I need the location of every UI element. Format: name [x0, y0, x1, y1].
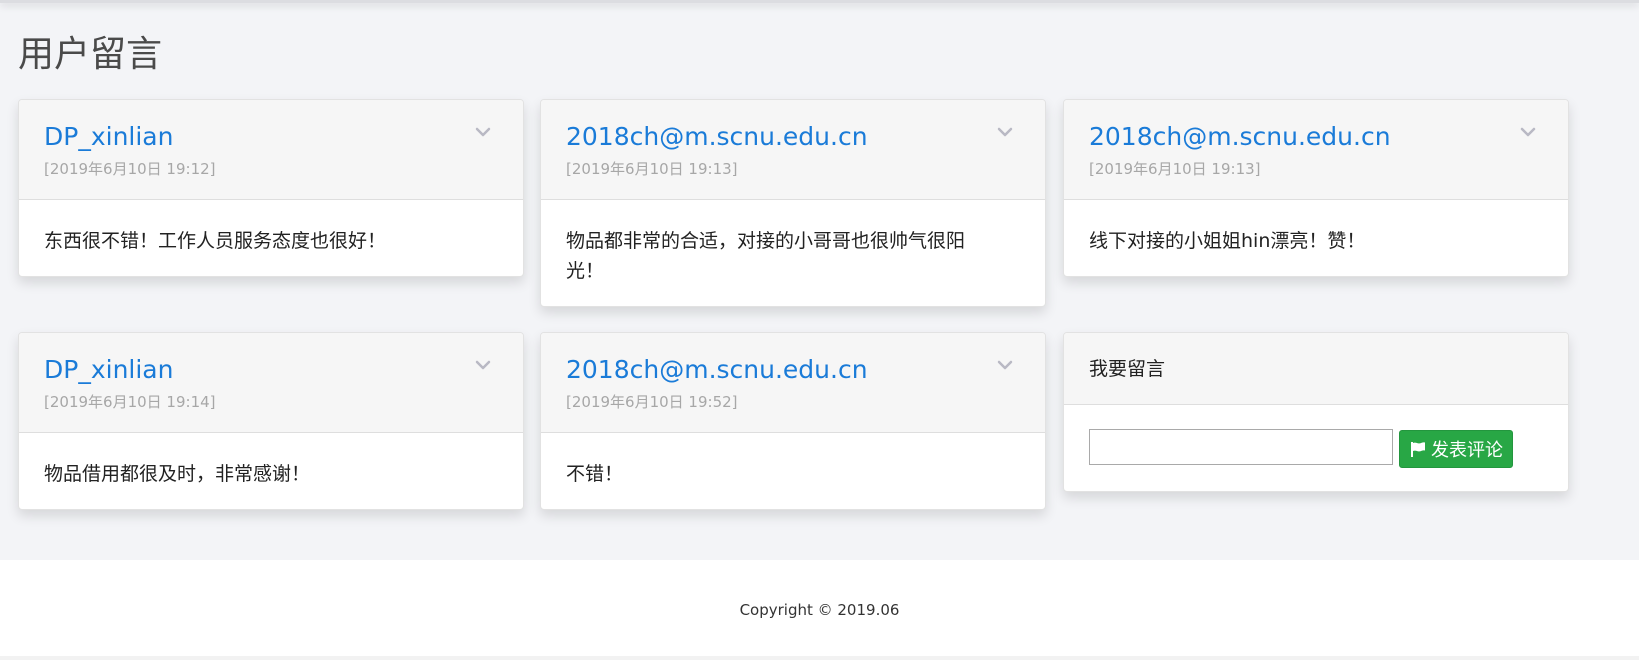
chevron-down-icon[interactable]	[997, 359, 1013, 371]
message-date: [2019年6月10日 19:12]	[44, 160, 216, 178]
submit-comment-label: 发表评论	[1431, 440, 1503, 461]
message-content: 物品借用都很及时，非常感谢！	[44, 463, 311, 485]
flag-icon	[1411, 442, 1425, 457]
copyright-text: Copyright © 2019.06	[739, 601, 900, 619]
message-date: [2019年6月10日 19:13]	[1089, 160, 1261, 178]
message-content: 物品都非常的合适，对接的小哥哥也很帅气很阳光！	[566, 230, 966, 282]
submit-comment-button[interactable]: 发表评论	[1399, 430, 1513, 468]
message-card: 2018ch@m.scnu.edu.cn [2019年6月10日 19:13] …	[1063, 99, 1569, 277]
message-card-header: DP_xinlian [2019年6月10日 19:14]	[19, 333, 523, 433]
message-author-link[interactable]: DP_xinlian	[44, 120, 173, 154]
chevron-down-icon[interactable]	[1520, 126, 1536, 138]
message-date: [2019年6月10日 19:52]	[566, 393, 738, 411]
message-card-header: DP_xinlian [2019年6月10日 19:12]	[19, 100, 523, 200]
message-content: 东西很不错！工作人员服务态度也很好！	[44, 230, 387, 252]
message-author-link[interactable]: 2018ch@m.scnu.edu.cn	[1089, 120, 1391, 154]
message-author-link[interactable]: 2018ch@m.scnu.edu.cn	[566, 120, 868, 154]
main-area: 用户留言 DP_xinlian [2019年6月10日 19:12] 东西很不错…	[0, 0, 1639, 560]
chevron-down-icon[interactable]	[997, 126, 1013, 138]
message-date: [2019年6月10日 19:14]	[44, 393, 216, 411]
chevron-down-icon[interactable]	[475, 126, 491, 138]
page-title: 用户留言	[18, 34, 163, 75]
message-author-link[interactable]: 2018ch@m.scnu.edu.cn	[566, 353, 868, 387]
footer-divider	[0, 656, 1639, 660]
message-author-link[interactable]: DP_xinlian	[44, 353, 173, 387]
comment-form-body: 发表评论	[1064, 405, 1568, 491]
message-card: 2018ch@m.scnu.edu.cn [2019年6月10日 19:13] …	[540, 99, 1046, 307]
message-content: 不错！	[566, 463, 624, 485]
message-card: DP_xinlian [2019年6月10日 19:12] 东西很不错！工作人员…	[18, 99, 524, 277]
message-card-header: 2018ch@m.scnu.edu.cn [2019年6月10日 19:52]	[541, 333, 1045, 433]
comment-form-header: 我要留言	[1064, 333, 1568, 405]
message-card-header: 2018ch@m.scnu.edu.cn [2019年6月10日 19:13]	[1064, 100, 1568, 200]
comment-input[interactable]	[1089, 429, 1393, 465]
message-content: 线下对接的小姐姐hin漂亮！赞！	[1089, 230, 1366, 252]
comment-form-title: 我要留言	[1089, 358, 1166, 380]
message-date: [2019年6月10日 19:13]	[566, 160, 738, 178]
message-card: 2018ch@m.scnu.edu.cn [2019年6月10日 19:52] …	[540, 332, 1046, 510]
comment-form-card: 我要留言 发表评论	[1063, 332, 1569, 492]
message-card-header: 2018ch@m.scnu.edu.cn [2019年6月10日 19:13]	[541, 100, 1045, 200]
chevron-down-icon[interactable]	[475, 359, 491, 371]
top-navbar-edge	[0, 0, 1639, 3]
message-card: DP_xinlian [2019年6月10日 19:14] 物品借用都很及时，非…	[18, 332, 524, 510]
footer: Copyright © 2019.06	[0, 560, 1639, 660]
